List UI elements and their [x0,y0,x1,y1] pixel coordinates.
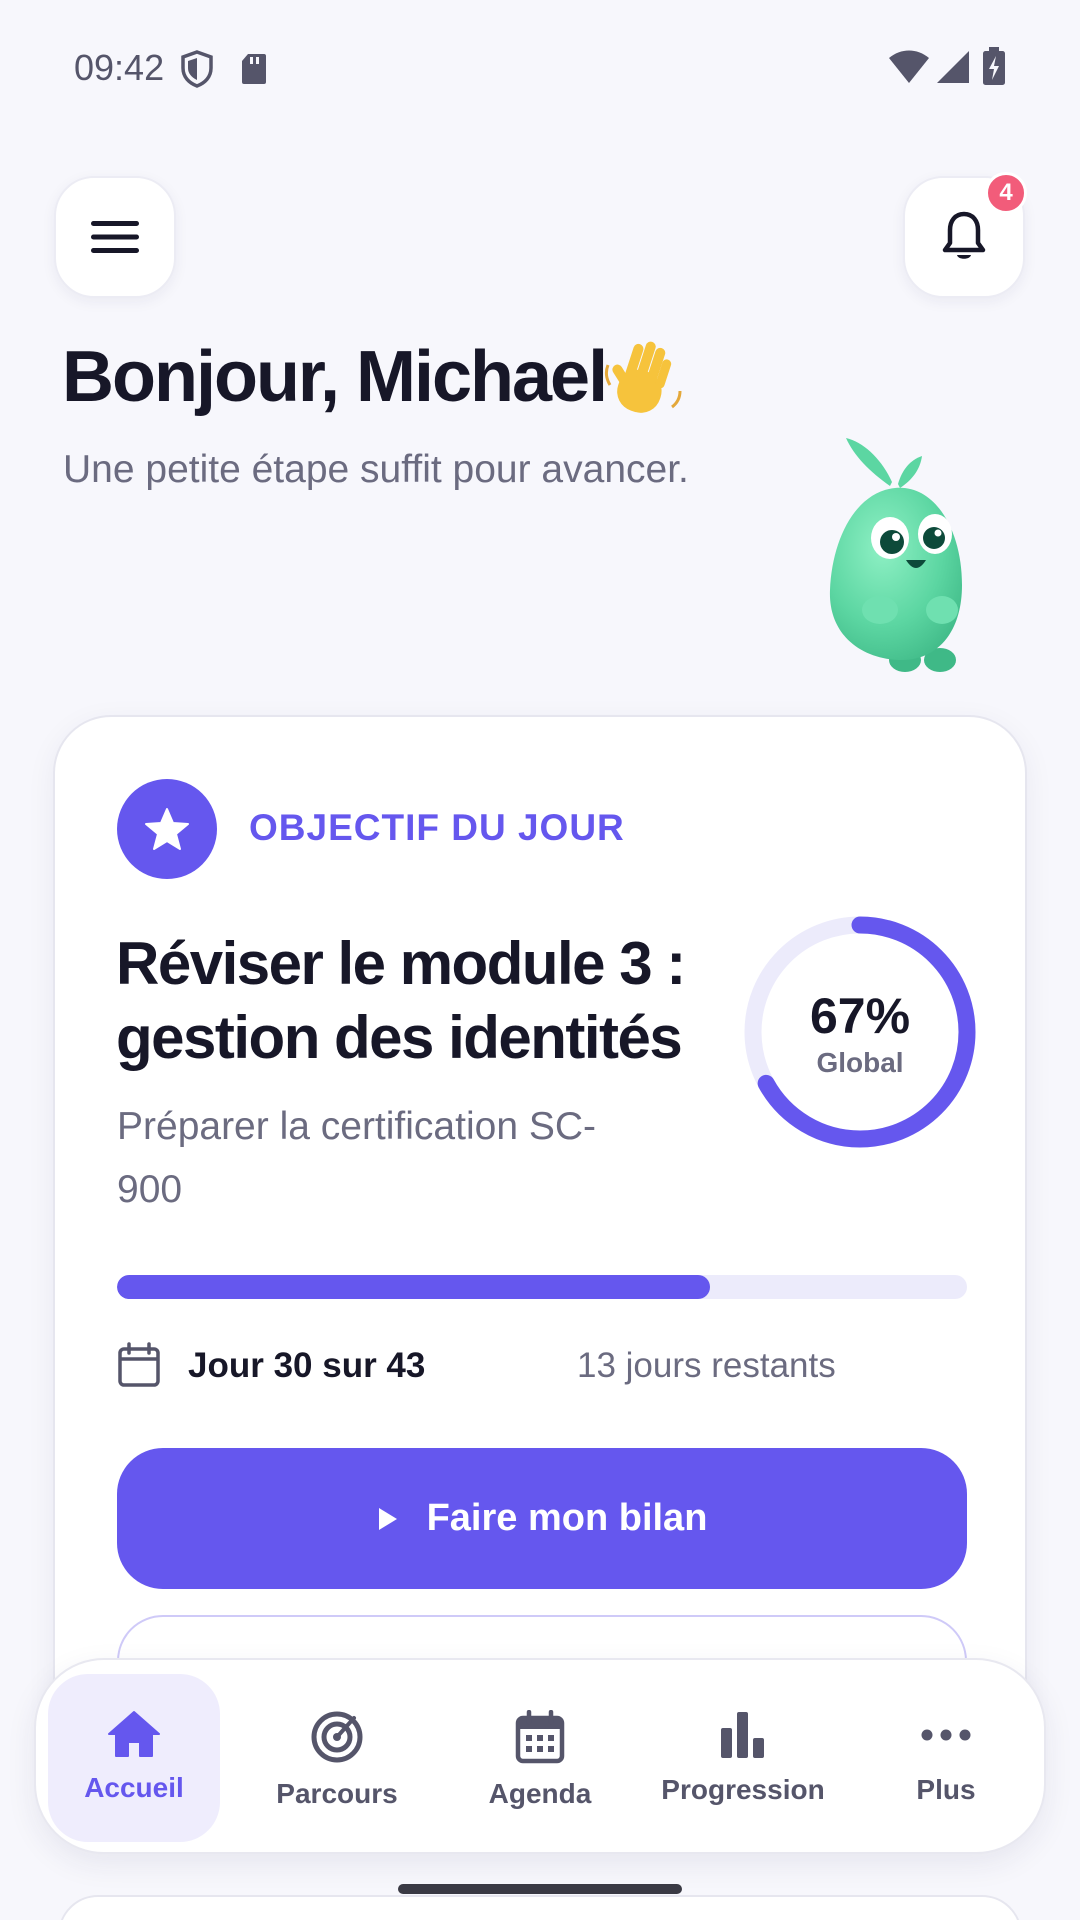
mascot-illustration [829,438,962,672]
day-progress-fill [117,1275,711,1299]
goal-section-label: OBJECTIF DU JOUR [249,807,625,848]
nav-item-plus[interactable]: Plus [860,1674,1032,1842]
greeting-title: Bonjour, Michael [62,337,608,417]
goal-star-badge [117,779,217,879]
global-progress-label: Global [816,1047,904,1078]
nav-item-agenda[interactable]: Agenda [454,1674,626,1842]
notification-badge: 4 [985,172,1027,214]
review-button[interactable]: Faire mon bilan [117,1448,967,1589]
nav-label-parcours: Parcours [276,1778,398,1809]
menu-icon [91,221,139,253]
more-icon [921,1729,971,1741]
review-button-label: Faire mon bilan [426,1497,708,1539]
nav-label-progression: Progression [661,1774,825,1805]
signal-icon [937,51,969,83]
waving-hand-icon [604,341,682,413]
global-progress-percent: 67% [809,988,911,1044]
status-time: 09:42 [74,47,165,88]
daily-goal-card: OBJECTIF DU JOUR Réviser le module 3 : g… [53,715,1027,1815]
bar-chart-icon [721,1712,764,1758]
day-counter: Jour 30 sur 43 [188,1346,426,1385]
calendar-icon [118,1342,160,1387]
nav-label-accueil: Accueil [84,1772,184,1803]
play-icon [378,1507,397,1530]
wifi-icon [889,50,929,83]
menu-button[interactable] [54,176,176,298]
greeting-subtitle: Une petite étape suffit pour avancer. [63,448,689,491]
home-indicator[interactable] [398,1884,682,1894]
nav-item-progression[interactable]: Progression [657,1674,829,1842]
bell-icon [942,211,986,259]
day-progress-bar [117,1275,967,1299]
goal-subtitle: Préparer la certification SC-900 [117,1105,597,1211]
target-icon [311,1711,363,1763]
sd-card-icon [242,54,266,84]
days-remaining: 13 jours restants [577,1346,836,1385]
shield-icon [181,50,213,88]
nav-label-agenda: Agenda [488,1778,592,1809]
next-card [58,1895,1022,1920]
status-bar: 09:42 [0,0,1080,135]
bottom-navigation: Accueil Parcours Agenda Progression Plus [34,1658,1046,1854]
nav-label-plus: Plus [916,1774,976,1805]
goal-title: Réviser le module 3 : gestion des identi… [116,930,686,1071]
nav-item-parcours[interactable]: Parcours [251,1674,423,1842]
calendar-icon [515,1710,565,1764]
home-icon [108,1711,160,1757]
battery-charging-icon [983,47,1005,85]
star-icon [145,808,189,850]
nav-item-accueil[interactable]: Accueil [48,1674,220,1842]
